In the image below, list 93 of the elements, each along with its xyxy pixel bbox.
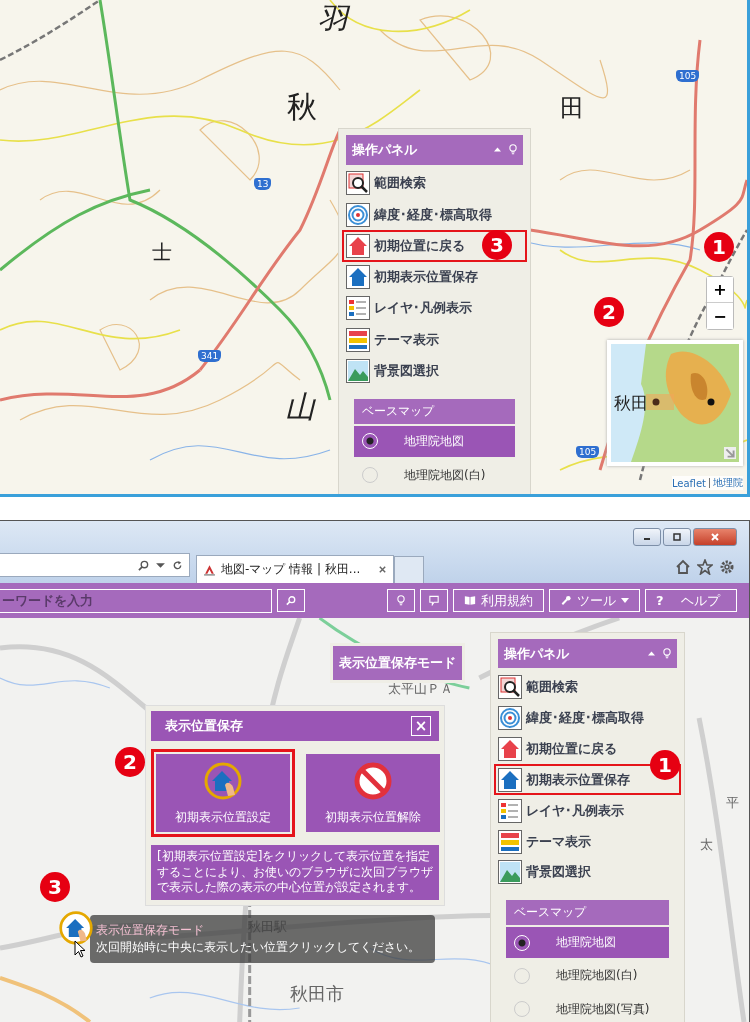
basemap-option[interactable]: 地理院地図(写真) bbox=[556, 1000, 650, 1018]
option-button[interactable]: 初期表示位置設定 bbox=[156, 754, 290, 832]
panel-menu-item[interactable]: 初期表示位置保存 bbox=[342, 261, 527, 293]
landscape-icon bbox=[498, 860, 522, 885]
map-place-label: 平 bbox=[726, 796, 739, 809]
house-icon bbox=[498, 736, 522, 761]
dialog-description: [初期表示位置設定]をクリックして表示位置を指定することにより、お使いのブラウザに次回ブラウザで表示した際の表示の中心位置が設定されます。 bbox=[151, 845, 439, 900]
panel-menu-item[interactable]: レイヤ･凡例表示 bbox=[494, 795, 681, 827]
home-icon[interactable] bbox=[675, 559, 691, 575]
magnifier-icon bbox=[498, 674, 522, 699]
panel-menu-item[interactable]: 背景図選択 bbox=[494, 857, 681, 888]
settings-icon[interactable] bbox=[719, 559, 735, 575]
stripes-icon bbox=[498, 829, 522, 854]
map-place-label: 太平山ＰＡ bbox=[388, 682, 453, 695]
target-icon bbox=[498, 705, 522, 730]
zoom-in-button[interactable]: + bbox=[707, 277, 733, 303]
house-icon bbox=[346, 233, 370, 258]
map-place-label: 士 bbox=[152, 242, 172, 262]
house-icon bbox=[498, 767, 522, 792]
close-icon[interactable] bbox=[378, 565, 387, 574]
toolbar-button[interactable]: ? ヘルプ bbox=[645, 589, 737, 612]
prohibited-icon bbox=[353, 760, 393, 801]
legend-icon bbox=[346, 296, 370, 321]
browser-tab[interactable]: 地図-マップ 情報 | 秋田... bbox=[196, 555, 394, 583]
map-place-label: 太 bbox=[700, 838, 713, 851]
map-place-label: 羽 bbox=[318, 4, 348, 34]
road-number-sign: 341 bbox=[198, 350, 222, 362]
attribution-link[interactable]: Leaflet bbox=[671, 477, 706, 489]
expand-arrow-icon[interactable] bbox=[724, 447, 736, 459]
legend-icon bbox=[498, 798, 522, 823]
overview-minimap[interactable]: 秋田 bbox=[607, 340, 743, 466]
panel-menu-item[interactable]: テーマ表示 bbox=[342, 324, 527, 356]
star-icon[interactable] bbox=[697, 559, 713, 575]
landscape-icon bbox=[346, 358, 370, 383]
map-place-label: 秋 bbox=[287, 92, 317, 122]
close-icon bbox=[710, 532, 720, 542]
collapse-icon[interactable] bbox=[648, 651, 655, 657]
toolbar-button[interactable]: 利用規約 bbox=[453, 589, 544, 612]
minimap-place-label: 秋田 bbox=[614, 392, 648, 415]
caret-icon bbox=[621, 598, 629, 603]
road-number-sign: 105 bbox=[576, 446, 600, 458]
wrench-icon bbox=[560, 595, 572, 606]
collapse-icon[interactable] bbox=[494, 147, 501, 153]
panel-menu-item[interactable]: 範囲検索 bbox=[342, 167, 527, 199]
basemap-heading: ベースマップ bbox=[354, 398, 515, 424]
lightbulb-icon bbox=[396, 595, 406, 606]
search-button[interactable] bbox=[277, 589, 305, 612]
option-button[interactable]: 初期表示位置解除 bbox=[306, 754, 440, 832]
panel-menu-item[interactable]: 緯度･経度･標高取得 bbox=[494, 702, 681, 734]
maximize-icon bbox=[672, 532, 682, 542]
target-icon bbox=[346, 202, 370, 227]
basemap-option[interactable]: 地理院地図(白) bbox=[556, 967, 638, 985]
road-number-sign: 13 bbox=[254, 178, 272, 190]
search-icon bbox=[286, 595, 296, 606]
panel-title: 操作パネル bbox=[352, 140, 418, 159]
attribution-link[interactable]: 地理院 bbox=[713, 476, 743, 490]
panel-menu-item[interactable]: レイヤ･凡例表示 bbox=[342, 292, 527, 325]
search-icon[interactable] bbox=[138, 559, 149, 571]
mouse-cursor-icon bbox=[74, 940, 86, 958]
basemap-heading: ベースマップ bbox=[506, 899, 669, 925]
search-field[interactable]: ーワードを入力 bbox=[0, 588, 272, 613]
tooltip-text: 次回開始時に中央に表示したい位置クリックしてください。 bbox=[96, 939, 420, 956]
tips-button[interactable] bbox=[387, 589, 415, 612]
tab-title: 地図-マップ 情報 | 秋田... bbox=[221, 561, 362, 578]
map-place-label: 秋田市 bbox=[290, 985, 344, 1003]
tooltip-title: 表示位置保存モード bbox=[96, 922, 204, 939]
house-pointer-icon bbox=[203, 760, 243, 801]
panel-menu-item[interactable]: 緯度･経度･標高取得 bbox=[342, 199, 527, 231]
panel-menu-item[interactable]: 範囲検索 bbox=[494, 671, 681, 703]
close-button[interactable] bbox=[693, 528, 737, 546]
map-place-label: 田 bbox=[560, 96, 584, 120]
book-icon bbox=[464, 595, 476, 606]
site-logo-icon bbox=[203, 563, 216, 576]
feedback-button[interactable] bbox=[420, 589, 448, 612]
road-number-sign: 105 bbox=[676, 70, 700, 82]
panel-title: 操作パネル bbox=[504, 644, 570, 663]
map-place-label: 山 bbox=[285, 392, 315, 422]
panel-menu-item[interactable]: テーマ表示 bbox=[494, 826, 681, 857]
lightbulb-icon[interactable] bbox=[509, 144, 517, 156]
speech-bubble-icon bbox=[429, 595, 439, 606]
refresh-icon[interactable] bbox=[172, 559, 183, 571]
stripes-icon bbox=[346, 327, 370, 352]
lightbulb-icon[interactable] bbox=[663, 648, 671, 660]
basemap-option[interactable]: 地理院地図(白) bbox=[404, 466, 486, 484]
toolbar-button[interactable]: ツール bbox=[549, 589, 640, 612]
house-icon bbox=[346, 265, 370, 290]
magnifier-icon bbox=[346, 171, 370, 196]
close-button[interactable]: × bbox=[411, 716, 431, 736]
minimize-button[interactable] bbox=[633, 528, 661, 546]
maximize-button[interactable] bbox=[663, 528, 691, 546]
panel-menu-item[interactable]: 背景図選択 bbox=[342, 355, 527, 387]
mode-label: 表示位置保存モード bbox=[330, 643, 465, 683]
dialog-title: 表示位置保存 bbox=[165, 717, 243, 735]
